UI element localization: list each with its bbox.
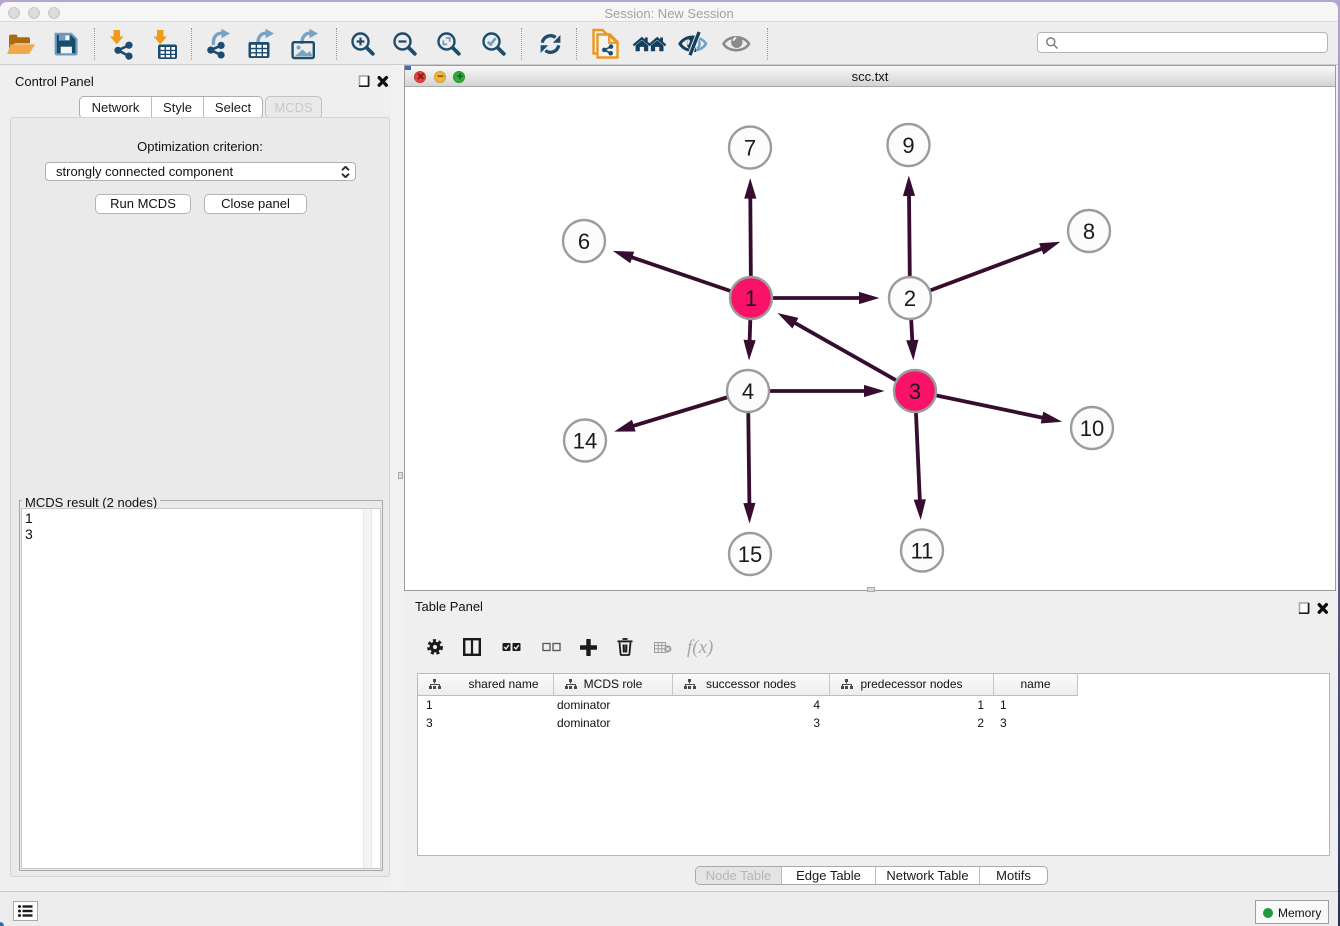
svg-text:11: 11 (911, 538, 934, 563)
svg-text:15: 15 (738, 542, 762, 567)
svg-text:3: 3 (909, 379, 921, 404)
svg-text:14: 14 (573, 428, 597, 453)
svg-text:2: 2 (904, 286, 916, 311)
svg-text:4: 4 (742, 379, 754, 404)
svg-text:7: 7 (744, 135, 756, 160)
svg-text:6: 6 (578, 229, 590, 254)
svg-text:9: 9 (902, 133, 914, 158)
svg-text:1: 1 (745, 286, 757, 311)
svg-text:8: 8 (1083, 219, 1095, 244)
svg-text:10: 10 (1080, 416, 1104, 441)
